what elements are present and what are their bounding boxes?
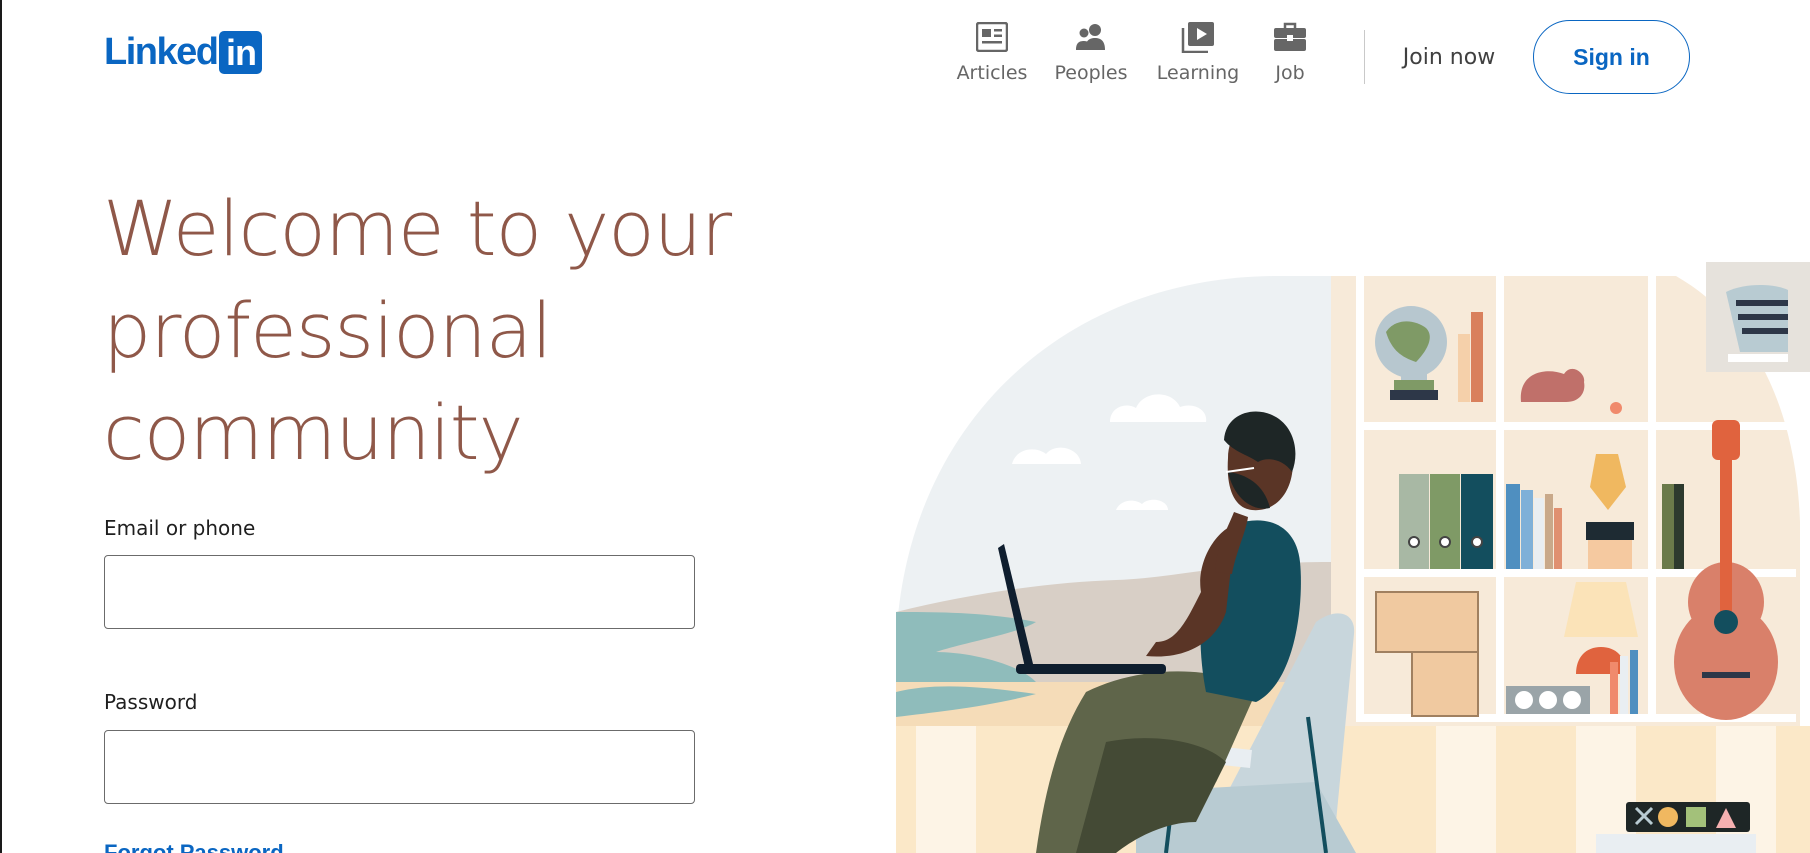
password-label: Password	[104, 690, 198, 714]
join-now-link[interactable]: Join now	[1384, 36, 1514, 78]
hero-headline: Welcome to your professional community	[103, 178, 743, 484]
logo-wordmark: Linked	[104, 31, 219, 73]
hero-illustration	[896, 262, 1810, 853]
peoples-icon	[1074, 20, 1108, 54]
nav-label-articles: Articles	[956, 62, 1028, 84]
email-input[interactable]	[104, 555, 695, 629]
nav-item-learning[interactable]: Learning	[1148, 20, 1248, 84]
headline-line-3: community	[103, 388, 524, 477]
articles-icon	[975, 20, 1009, 54]
nav-item-job[interactable]: Job	[1260, 20, 1320, 84]
password-input[interactable]	[104, 730, 695, 804]
top-nav: Articles Peoples Learning Job	[950, 20, 1320, 84]
sign-in-button[interactable]: Sign in	[1533, 20, 1690, 94]
nav-label-job: Job	[1275, 62, 1305, 84]
headline-line-2: professional	[103, 286, 553, 375]
linkedin-logo[interactable]: Linked in	[104, 30, 263, 74]
window-left-border	[0, 0, 2, 853]
nav-item-articles[interactable]: Articles	[950, 20, 1034, 84]
job-icon	[1273, 20, 1307, 54]
nav-label-learning: Learning	[1156, 62, 1240, 84]
forgot-password-link[interactable]: Forgot Password	[104, 840, 284, 853]
nav-divider	[1364, 30, 1365, 84]
headline-line-1: Welcome to your	[103, 184, 732, 273]
nav-item-peoples[interactable]: Peoples	[1048, 20, 1134, 84]
email-label: Email or phone	[104, 516, 256, 540]
nav-label-peoples: Peoples	[1054, 62, 1128, 84]
logo-in-box: in	[219, 30, 263, 74]
learning-icon	[1181, 20, 1215, 54]
